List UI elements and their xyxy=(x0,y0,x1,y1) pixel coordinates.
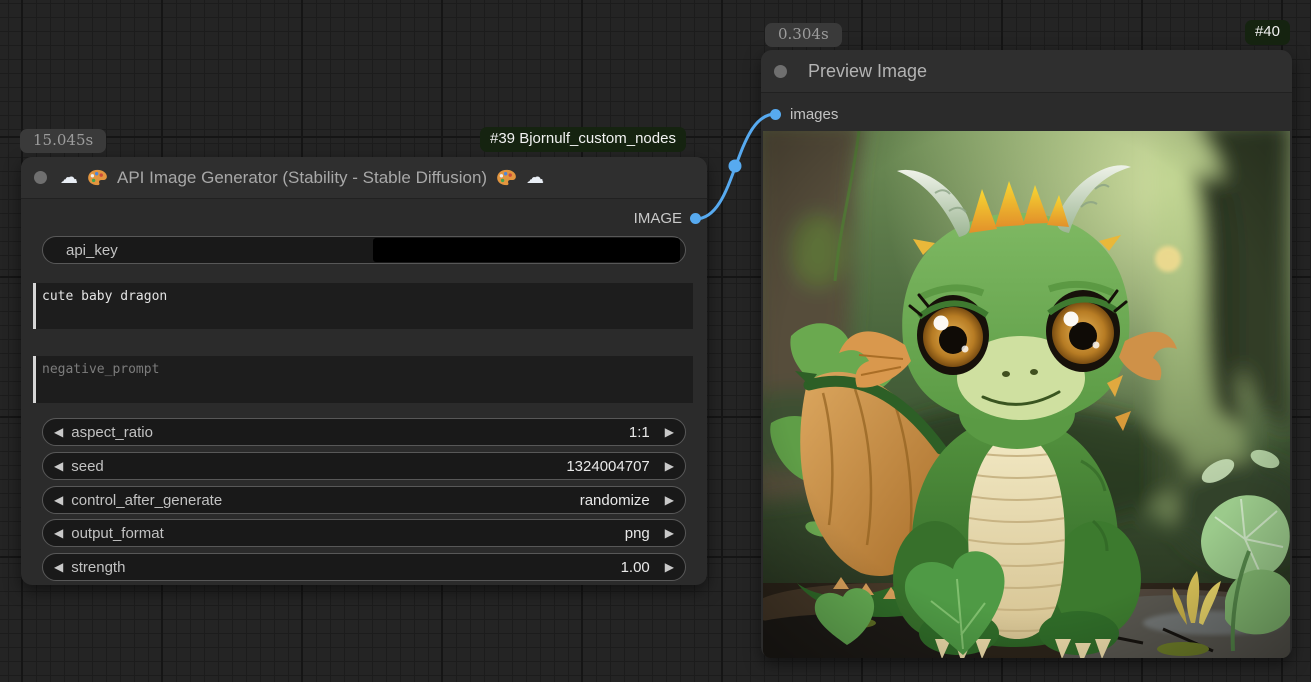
prompt-textarea-wrap: cute baby dragon xyxy=(33,283,693,329)
dragon-image xyxy=(763,131,1290,658)
palette-icon xyxy=(87,169,108,186)
widget-value[interactable]: 1.00 xyxy=(621,559,650,576)
api-key-label: api_key xyxy=(66,242,118,259)
cloud-icon: ☁ xyxy=(526,169,544,187)
api-key-redacted-value xyxy=(373,238,680,262)
textarea-scrollbar[interactable] xyxy=(33,283,36,329)
widget-label: output_format xyxy=(71,525,164,542)
execution-time-badge: 15.045s xyxy=(20,129,106,153)
widget-value[interactable]: 1:1 xyxy=(629,424,650,441)
api-image-generator-node[interactable]: ☁ API Image Generator (Stability - Stabl… xyxy=(21,157,707,585)
collapse-dot[interactable] xyxy=(774,65,787,78)
decrement-arrow-icon[interactable]: ◀ xyxy=(54,494,63,506)
widget-seed[interactable]: ◀ seed 1324004707 ▶ xyxy=(42,452,686,480)
prompt-textarea[interactable]: cute baby dragon xyxy=(33,283,693,329)
widget-value[interactable]: 1324004707 xyxy=(566,458,649,475)
negative-prompt-textarea-wrap xyxy=(33,356,693,403)
node-title-bar[interactable]: ☁ API Image Generator (Stability - Stabl… xyxy=(21,157,707,199)
image-output-slot[interactable] xyxy=(690,213,701,224)
increment-arrow-icon[interactable]: ▶ xyxy=(665,527,674,539)
widget-value[interactable]: randomize xyxy=(580,492,650,509)
widget-label: strength xyxy=(71,559,125,576)
increment-arrow-icon[interactable]: ▶ xyxy=(665,494,674,506)
api-key-field[interactable]: api_key xyxy=(42,236,686,264)
increment-arrow-icon[interactable]: ▶ xyxy=(665,460,674,472)
node-title: Preview Image xyxy=(808,61,927,82)
widget-label: aspect_ratio xyxy=(71,424,153,441)
node-title: API Image Generator (Stability - Stable … xyxy=(117,168,487,188)
textarea-scrollbar[interactable] xyxy=(33,356,36,403)
widget-label: control_after_generate xyxy=(71,492,222,509)
preview-image[interactable] xyxy=(763,131,1290,658)
images-input-label: images xyxy=(790,106,838,123)
cloud-icon: ☁ xyxy=(60,169,78,187)
widget-label: seed xyxy=(71,458,104,475)
widget-aspect-ratio[interactable]: ◀ aspect_ratio 1:1 ▶ xyxy=(42,418,686,446)
palette-icon xyxy=(496,169,517,186)
link-midpoint-dot[interactable] xyxy=(729,160,742,173)
node-id-badge: #39 Bjornulf_custom_nodes xyxy=(480,127,686,152)
negative-prompt-textarea[interactable] xyxy=(33,356,693,403)
node-graph-canvas[interactable]: 15.045s #39 Bjornulf_custom_nodes 0.304s… xyxy=(0,0,1311,682)
node-id-badge: #40 xyxy=(1245,20,1290,45)
decrement-arrow-icon[interactable]: ◀ xyxy=(54,561,63,573)
decrement-arrow-icon[interactable]: ◀ xyxy=(54,527,63,539)
widget-output-format[interactable]: ◀ output_format png ▶ xyxy=(42,519,686,547)
increment-arrow-icon[interactable]: ▶ xyxy=(665,561,674,573)
collapse-dot[interactable] xyxy=(34,171,47,184)
preview-image-node[interactable]: Preview Image images xyxy=(761,50,1292,658)
images-input-slot[interactable] xyxy=(770,109,781,120)
decrement-arrow-icon[interactable]: ◀ xyxy=(54,426,63,438)
decrement-arrow-icon[interactable]: ◀ xyxy=(54,460,63,472)
execution-time-badge: 0.304s xyxy=(765,23,842,47)
image-output-label: IMAGE xyxy=(634,210,682,227)
widget-value[interactable]: png xyxy=(625,525,650,542)
widget-strength[interactable]: ◀ strength 1.00 ▶ xyxy=(42,553,686,581)
widget-control-after-generate[interactable]: ◀ control_after_generate randomize ▶ xyxy=(42,486,686,514)
node-title-bar[interactable]: Preview Image xyxy=(761,50,1292,93)
increment-arrow-icon[interactable]: ▶ xyxy=(665,426,674,438)
